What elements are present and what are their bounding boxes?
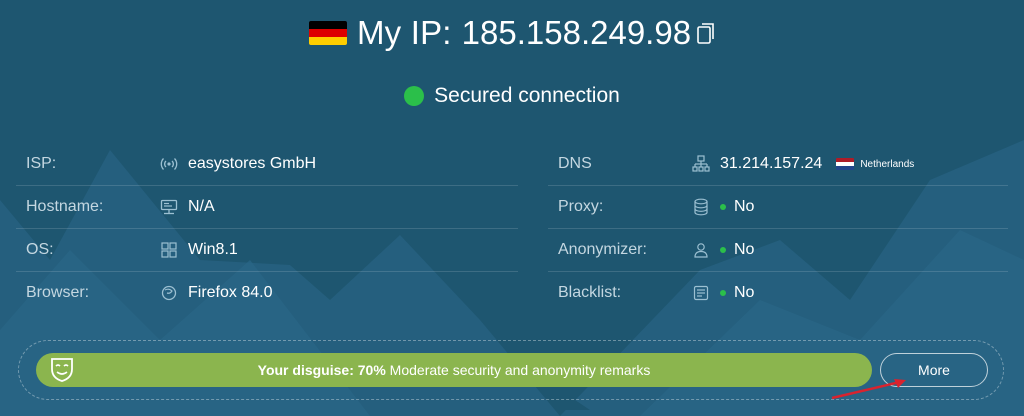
info-row-browser: Browser: Firefox 84.0 — [16, 272, 518, 314]
disguise-text: Your disguise: 70% Moderate security and… — [258, 362, 651, 378]
status-indicator — [404, 86, 425, 106]
browser-label: Browser: — [26, 284, 90, 301]
ip-address: 185.158.249.98 — [461, 14, 692, 51]
info-row-dns: DNS 31.214.157.24 Netherlands — [548, 143, 1008, 186]
proxy-value: No — [720, 198, 754, 216]
os-value: Win8.1 — [188, 241, 238, 258]
info-row-blacklist: Blacklist: No — [548, 272, 1008, 314]
server-icon — [159, 197, 179, 217]
dns-address: 31.214.157.24 — [720, 155, 823, 172]
annotation-arrow — [831, 379, 906, 400]
anonymizer-status: No — [734, 241, 755, 258]
info-row-anonymizer: Anonymizer: No — [548, 229, 1008, 272]
anonymizer-value: No — [720, 241, 754, 259]
hostname-value: N/A — [188, 198, 215, 215]
blacklist-value: No — [720, 284, 754, 302]
disguise-label: Your disguise: — [257, 362, 354, 378]
browser-icon — [159, 283, 179, 303]
mask-icon — [50, 357, 74, 388]
connection-info-left: ISP: easystores GmbH Hostname: N/A OS: W… — [16, 143, 518, 314]
blacklist-status: No — [734, 284, 755, 301]
user-icon — [691, 240, 711, 260]
status-text: Secured connection — [434, 84, 620, 107]
info-row-proxy: Proxy: No — [548, 186, 1008, 229]
status-dot-icon — [720, 290, 726, 296]
list-icon — [691, 283, 711, 303]
germany-flag-icon — [308, 21, 347, 45]
ip-header: My IP: 185.158.249.98 — [0, 14, 1024, 52]
os-label: OS: — [26, 241, 54, 258]
status-dot-icon — [720, 247, 726, 253]
anonymizer-label: Anonymizer: — [558, 241, 647, 258]
netherlands-flag-icon — [836, 158, 855, 170]
isp-label: ISP: — [26, 155, 57, 172]
blacklist-label: Blacklist: — [558, 284, 622, 301]
dns-label: DNS — [558, 155, 592, 172]
connection-status: Secured connection — [0, 84, 1024, 108]
ip-title-label: My IP: — [356, 14, 452, 51]
info-row-hostname: Hostname: N/A — [16, 186, 518, 229]
network-icon — [691, 154, 711, 174]
dns-value: 31.214.157.24 Netherlands — [720, 155, 914, 173]
proxy-label: Proxy: — [558, 198, 604, 215]
status-dot-icon — [720, 204, 726, 210]
signal-icon — [159, 154, 179, 174]
disguise-percent: 70% — [357, 362, 386, 378]
info-row-os: OS: Win8.1 — [16, 229, 518, 272]
database-icon — [691, 197, 711, 217]
browser-value: Firefox 84.0 — [188, 284, 273, 301]
isp-value: easystores GmbH — [188, 155, 317, 172]
hostname-label: Hostname: — [26, 198, 104, 215]
windows-icon — [159, 240, 179, 260]
dns-country: Netherlands — [860, 158, 915, 170]
disguise-description: Moderate security and anonymity remarks — [389, 362, 651, 378]
connection-info-right: DNS 31.214.157.24 Netherlands Proxy: No … — [548, 143, 1008, 314]
proxy-status: No — [734, 198, 755, 215]
copy-icon[interactable] — [697, 22, 715, 50]
disguise-bar: Your disguise: 70% Moderate security and… — [36, 353, 872, 387]
info-row-isp: ISP: easystores GmbH — [16, 143, 518, 186]
